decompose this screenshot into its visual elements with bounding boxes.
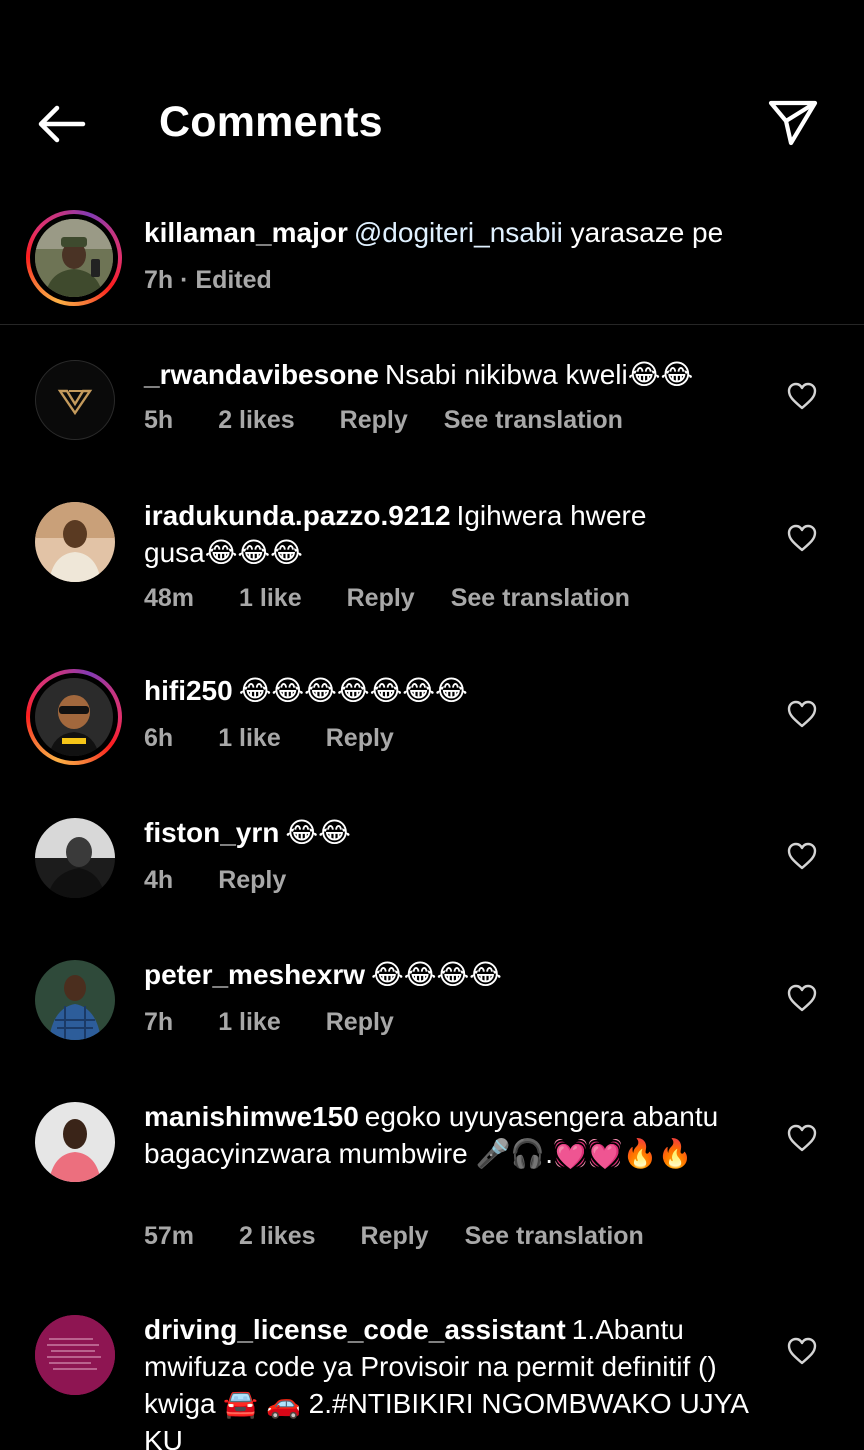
comment-text: fiston_yrn 😂😂	[144, 814, 764, 851]
reply-button[interactable]: Reply	[218, 866, 286, 895]
comment-item: iradukunda.pazzo.9212 Igihwera hwere gusa…	[0, 482, 864, 642]
comment-body: 😂😂😂😂	[371, 959, 502, 990]
heart-icon[interactable]	[786, 1123, 818, 1153]
comment-body: 😂😂😂😂😂😂😂	[238, 675, 468, 706]
comment-body: Nsabi nikibwa kweli😂😂	[384, 359, 694, 390]
reply-button[interactable]: Reply	[326, 724, 394, 753]
avatar[interactable]	[35, 360, 115, 440]
comment-text: iradukunda.pazzo.9212 Igihwera hwere gusa…	[144, 497, 704, 571]
caption-mention[interactable]: @dogiteri_nsabii	[354, 217, 563, 248]
send-icon	[768, 100, 818, 146]
comment-time: 5h	[144, 406, 174, 434]
comment-username[interactable]: manishimwe150	[144, 1101, 359, 1132]
avatar[interactable]	[35, 1102, 115, 1182]
reply-button[interactable]: Reply	[347, 584, 415, 613]
avatar[interactable]	[35, 818, 115, 898]
comment-text: peter_meshexrw 😂😂😂😂	[144, 956, 764, 993]
comment-time: 4h	[144, 866, 174, 894]
comment-time: 57m	[144, 1222, 195, 1250]
comment-username[interactable]: peter_meshexrw	[144, 959, 365, 990]
reply-button[interactable]: Reply	[361, 1222, 429, 1251]
comment-item: manishimwe150 egoko uyuyasengera abantu b…	[0, 1082, 864, 1282]
avatar[interactable]	[35, 960, 115, 1040]
comment-meta: 4h Reply	[144, 866, 331, 895]
comment-time: 6h	[144, 724, 174, 752]
comment-text: _rwandavibesone Nsabi nikibwa kweli😂😂	[144, 356, 764, 393]
likes-count[interactable]: 1 like	[218, 1008, 281, 1037]
caption-body: yarasaze pe	[562, 217, 724, 248]
avatar[interactable]	[35, 1315, 115, 1395]
comment-meta: 6h 1 like Reply	[144, 724, 439, 753]
avatar[interactable]	[35, 502, 115, 582]
likes-count[interactable]: 1 like	[218, 724, 281, 753]
comment-username[interactable]: _rwandavibesone	[144, 359, 379, 390]
heart-icon[interactable]	[786, 1336, 818, 1366]
reply-button[interactable]: Reply	[340, 406, 408, 435]
comment-item: hifi250 😂😂😂😂😂😂😂 6h 1 like Reply	[0, 656, 864, 786]
heart-icon[interactable]	[786, 523, 818, 553]
comment-text: driving_license_code_assistant 1.Abantu m…	[144, 1311, 764, 1450]
caption-meta: 7h · Edited	[144, 266, 317, 295]
comment-time: 7h	[144, 1008, 174, 1036]
likes-count[interactable]: 1 like	[239, 584, 302, 613]
comment-username[interactable]: hifi250	[144, 675, 233, 706]
arrow-left-icon	[38, 105, 86, 143]
caption-username[interactable]: killaman_major	[144, 217, 348, 248]
comment-meta: 7h 1 like Reply	[144, 1008, 439, 1037]
avatar	[35, 678, 113, 756]
see-translation-button[interactable]: See translation	[465, 1222, 644, 1251]
reply-button[interactable]: Reply	[326, 1008, 394, 1037]
comment-username[interactable]: driving_license_code_assistant	[144, 1314, 566, 1345]
comment-time: 48m	[144, 584, 195, 612]
comment-meta: 57m 2 likes Reply See translation	[144, 1222, 689, 1251]
see-translation-button[interactable]: See translation	[451, 584, 630, 613]
back-button[interactable]	[30, 95, 92, 153]
post-caption: killaman_major @dogiteri_nsabii yarasaze …	[0, 200, 864, 325]
caption-timestamp: 7h · Edited	[144, 266, 272, 294]
comment-username[interactable]: fiston_yrn	[144, 817, 279, 848]
likes-count[interactable]: 2 likes	[218, 406, 294, 435]
heart-icon[interactable]	[786, 983, 818, 1013]
comment-meta: 48m 1 like Reply See translation	[144, 584, 675, 613]
comment-meta: 5h 2 likes Reply See translation	[144, 406, 668, 435]
heart-icon[interactable]	[786, 841, 818, 871]
share-button[interactable]	[764, 96, 822, 150]
see-translation-button[interactable]: See translation	[444, 406, 623, 435]
story-ring[interactable]	[26, 210, 122, 306]
comment-body: 😂😂	[285, 817, 351, 848]
comment-text: hifi250 😂😂😂😂😂😂😂	[144, 672, 764, 709]
caption-text: killaman_major @dogiteri_nsabii yarasaze …	[144, 214, 764, 251]
comment-item: driving_license_code_assistant 1.Abantu m…	[0, 1295, 864, 1450]
comment-item: peter_meshexrw 😂😂😂😂 7h 1 like Reply	[0, 940, 864, 1070]
comment-text: manishimwe150 egoko uyuyasengera abantu b…	[144, 1098, 754, 1172]
avatar	[35, 219, 113, 297]
story-ring[interactable]	[26, 669, 122, 765]
heart-icon[interactable]	[786, 699, 818, 729]
header-bar: Comments	[0, 0, 864, 200]
heart-icon[interactable]	[786, 381, 818, 411]
comment-item: _rwandavibesone Nsabi nikibwa kweli😂😂 5h …	[0, 340, 864, 470]
likes-count[interactable]: 2 likes	[239, 1222, 315, 1251]
page-title: Comments	[159, 98, 383, 146]
comment-item: fiston_yrn 😂😂 4h Reply	[0, 798, 864, 928]
comment-username[interactable]: iradukunda.pazzo.9212	[144, 500, 451, 531]
